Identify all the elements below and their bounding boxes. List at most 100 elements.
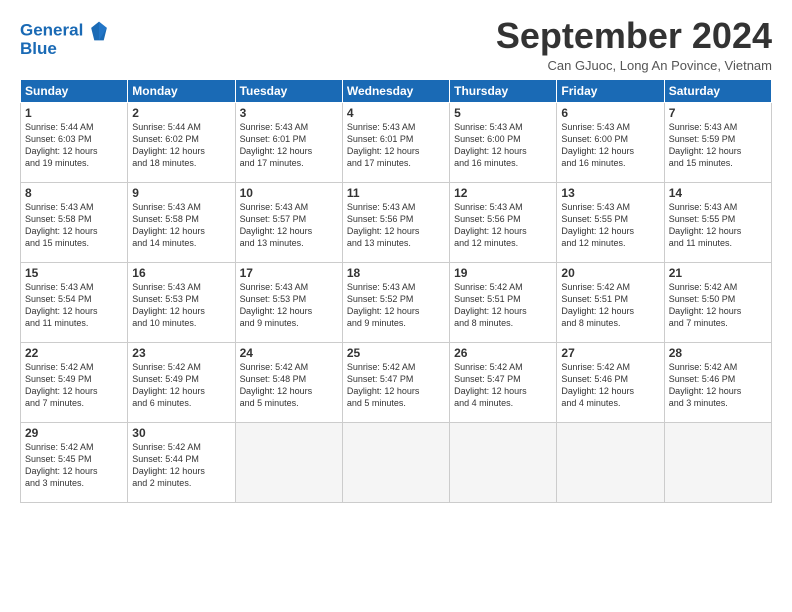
calendar-cell-5: 5Sunrise: 5:43 AMSunset: 6:00 PMDaylight…	[450, 102, 557, 182]
calendar-cell-23: 23 Sunrise: 5:42 AMSunset: 5:49 PMDayligh…	[128, 342, 235, 422]
calendar-cell-1: 1 Sunrise: 5:44 AMSunset: 6:03 PMDaylight…	[21, 102, 128, 182]
cell-content: Sunrise: 5:44 AMSunset: 6:03 PMDaylight:…	[25, 122, 98, 168]
cell-content: Sunrise: 5:42 AMSunset: 5:51 PMDaylight:…	[561, 282, 634, 328]
cell-content: Sunrise: 5:42 AMSunset: 5:49 PMDaylight:…	[25, 362, 98, 408]
day-number: 11	[347, 186, 445, 200]
calendar-cell-16: 16 Sunrise: 5:43 AMSunset: 5:53 PMDayligh…	[128, 262, 235, 342]
calendar-cell-10: 10 Sunrise: 5:43 AMSunset: 5:57 PMDayligh…	[235, 182, 342, 262]
calendar-cell-empty	[342, 422, 449, 502]
cell-content: Sunrise: 5:43 AMSunset: 5:56 PMDaylight:…	[347, 202, 420, 248]
header-cell-tuesday: Tuesday	[235, 79, 342, 102]
header: General Blue September 2024 Can GJuoc, L…	[20, 16, 772, 73]
cell-content: Sunrise: 5:43 AMSunset: 6:00 PMDaylight:…	[561, 122, 634, 168]
calendar-cell-30: 30 Sunrise: 5:42 AMSunset: 5:44 PMDayligh…	[128, 422, 235, 502]
day-number: 2	[132, 106, 230, 120]
cell-content: Sunrise: 5:42 AMSunset: 5:45 PMDaylight:…	[25, 442, 98, 488]
week-row: 15 Sunrise: 5:43 AMSunset: 5:54 PMDayligh…	[21, 262, 772, 342]
calendar-cell-empty	[450, 422, 557, 502]
calendar-cell-15: 15 Sunrise: 5:43 AMSunset: 5:54 PMDayligh…	[21, 262, 128, 342]
week-row: 29 Sunrise: 5:42 AMSunset: 5:45 PMDayligh…	[21, 422, 772, 502]
day-number: 6	[561, 106, 659, 120]
day-number: 13	[561, 186, 659, 200]
day-number: 10	[240, 186, 338, 200]
header-cell-friday: Friday	[557, 79, 664, 102]
day-number: 7	[669, 106, 767, 120]
cell-content: Sunrise: 5:43 AMSunset: 5:59 PMDaylight:…	[669, 122, 742, 168]
header-cell-saturday: Saturday	[664, 79, 771, 102]
calendar-cell-8: 8Sunrise: 5:43 AMSunset: 5:58 PMDaylight…	[21, 182, 128, 262]
calendar-cell-3: 3 Sunrise: 5:43 AMSunset: 6:01 PMDaylight…	[235, 102, 342, 182]
header-cell-wednesday: Wednesday	[342, 79, 449, 102]
header-cell-thursday: Thursday	[450, 79, 557, 102]
day-number: 20	[561, 266, 659, 280]
calendar-cell-empty	[557, 422, 664, 502]
logo-icon	[89, 20, 109, 42]
cell-content: Sunrise: 5:42 AMSunset: 5:50 PMDaylight:…	[669, 282, 742, 328]
calendar: SundayMondayTuesdayWednesdayThursdayFrid…	[20, 79, 772, 503]
calendar-cell-7: 7 Sunrise: 5:43 AMSunset: 5:59 PMDaylight…	[664, 102, 771, 182]
calendar-cell-24: 24Sunrise: 5:42 AMSunset: 5:48 PMDayligh…	[235, 342, 342, 422]
cell-content: Sunrise: 5:42 AMSunset: 5:47 PMDaylight:…	[454, 362, 527, 408]
day-number: 14	[669, 186, 767, 200]
month-title: September 2024	[496, 16, 772, 56]
calendar-cell-26: 26 Sunrise: 5:42 AMSunset: 5:47 PMDayligh…	[450, 342, 557, 422]
header-row: SundayMondayTuesdayWednesdayThursdayFrid…	[21, 79, 772, 102]
cell-content: Sunrise: 5:43 AMSunset: 6:01 PMDaylight:…	[240, 122, 313, 168]
day-number: 3	[240, 106, 338, 120]
day-number: 1	[25, 106, 123, 120]
day-number: 5	[454, 106, 552, 120]
calendar-cell-11: 11 Sunrise: 5:43 AMSunset: 5:56 PMDayligh…	[342, 182, 449, 262]
day-number: 4	[347, 106, 445, 120]
day-number: 9	[132, 186, 230, 200]
cell-content: Sunrise: 5:43 AMSunset: 5:57 PMDaylight:…	[240, 202, 313, 248]
week-row: 1 Sunrise: 5:44 AMSunset: 6:03 PMDaylight…	[21, 102, 772, 182]
day-number: 17	[240, 266, 338, 280]
cell-content: Sunrise: 5:43 AMSunset: 5:55 PMDaylight:…	[561, 202, 634, 248]
day-number: 29	[25, 426, 123, 440]
calendar-cell-27: 27Sunrise: 5:42 AMSunset: 5:46 PMDayligh…	[557, 342, 664, 422]
calendar-cell-13: 13 Sunrise: 5:43 AMSunset: 5:55 PMDayligh…	[557, 182, 664, 262]
cell-content: Sunrise: 5:42 AMSunset: 5:49 PMDaylight:…	[132, 362, 205, 408]
cell-content: Sunrise: 5:43 AMSunset: 5:52 PMDaylight:…	[347, 282, 420, 328]
calendar-cell-20: 20 Sunrise: 5:42 AMSunset: 5:51 PMDayligh…	[557, 262, 664, 342]
logo: General Blue	[20, 20, 107, 59]
day-number: 28	[669, 346, 767, 360]
calendar-cell-28: 28 Sunrise: 5:42 AMSunset: 5:46 PMDayligh…	[664, 342, 771, 422]
calendar-cell-18: 18Sunrise: 5:43 AMSunset: 5:52 PMDayligh…	[342, 262, 449, 342]
cell-content: Sunrise: 5:44 AMSunset: 6:02 PMDaylight:…	[132, 122, 205, 168]
calendar-cell-empty	[664, 422, 771, 502]
cell-content: Sunrise: 5:43 AMSunset: 5:56 PMDaylight:…	[454, 202, 527, 248]
cell-content: Sunrise: 5:43 AMSunset: 5:55 PMDaylight:…	[669, 202, 742, 248]
cell-content: Sunrise: 5:43 AMSunset: 5:53 PMDaylight:…	[240, 282, 313, 328]
calendar-cell-17: 17 Sunrise: 5:43 AMSunset: 5:53 PMDayligh…	[235, 262, 342, 342]
day-number: 26	[454, 346, 552, 360]
week-row: 22 Sunrise: 5:42 AMSunset: 5:49 PMDayligh…	[21, 342, 772, 422]
day-number: 25	[347, 346, 445, 360]
day-number: 22	[25, 346, 123, 360]
logo-line2: Blue	[20, 40, 107, 59]
title-block: September 2024 Can GJuoc, Long An Povinc…	[496, 16, 772, 73]
calendar-cell-21: 21Sunrise: 5:42 AMSunset: 5:50 PMDayligh…	[664, 262, 771, 342]
cell-content: Sunrise: 5:42 AMSunset: 5:46 PMDaylight:…	[669, 362, 742, 408]
day-number: 30	[132, 426, 230, 440]
cell-content: Sunrise: 5:43 AMSunset: 5:53 PMDaylight:…	[132, 282, 205, 328]
calendar-cell-9: 9 Sunrise: 5:43 AMSunset: 5:58 PMDaylight…	[128, 182, 235, 262]
subtitle: Can GJuoc, Long An Povince, Vietnam	[496, 58, 772, 73]
header-cell-sunday: Sunday	[21, 79, 128, 102]
cell-content: Sunrise: 5:43 AMSunset: 5:58 PMDaylight:…	[132, 202, 205, 248]
cell-content: Sunrise: 5:42 AMSunset: 5:44 PMDaylight:…	[132, 442, 205, 488]
day-number: 23	[132, 346, 230, 360]
cell-content: Sunrise: 5:42 AMSunset: 5:46 PMDaylight:…	[561, 362, 634, 408]
cell-content: Sunrise: 5:43 AMSunset: 5:54 PMDaylight:…	[25, 282, 98, 328]
day-number: 16	[132, 266, 230, 280]
calendar-cell-14: 14 Sunrise: 5:43 AMSunset: 5:55 PMDayligh…	[664, 182, 771, 262]
calendar-cell-25: 25 Sunrise: 5:42 AMSunset: 5:47 PMDayligh…	[342, 342, 449, 422]
week-row: 8Sunrise: 5:43 AMSunset: 5:58 PMDaylight…	[21, 182, 772, 262]
calendar-cell-6: 6 Sunrise: 5:43 AMSunset: 6:00 PMDaylight…	[557, 102, 664, 182]
page: General Blue September 2024 Can GJuoc, L…	[0, 0, 792, 612]
day-number: 15	[25, 266, 123, 280]
calendar-cell-2: 2 Sunrise: 5:44 AMSunset: 6:02 PMDaylight…	[128, 102, 235, 182]
cell-content: Sunrise: 5:43 AMSunset: 5:58 PMDaylight:…	[25, 202, 98, 248]
cell-content: Sunrise: 5:43 AMSunset: 6:01 PMDaylight:…	[347, 122, 420, 168]
cell-content: Sunrise: 5:42 AMSunset: 5:47 PMDaylight:…	[347, 362, 420, 408]
